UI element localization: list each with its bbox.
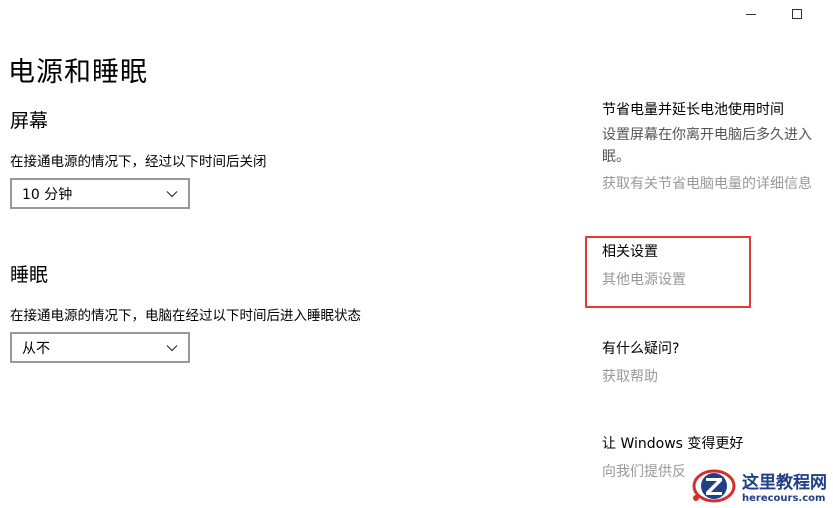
page-title: 电源和睡眠 bbox=[8, 57, 148, 88]
maximize-icon bbox=[792, 9, 802, 19]
maximize-button[interactable] bbox=[774, 0, 820, 28]
watermark-chinese-text: 这里教程网 bbox=[742, 473, 827, 493]
sleep-description: 在接通电源的情况下，电脑在经过以下时间后进入睡眠状态 bbox=[10, 308, 361, 324]
help-heading: 有什么疑问? bbox=[602, 341, 680, 357]
chevron-down-icon bbox=[166, 191, 178, 198]
chevron-down-icon bbox=[166, 345, 178, 352]
get-help-link[interactable]: 获取帮助 bbox=[602, 366, 658, 386]
minimize-button[interactable] bbox=[728, 0, 774, 28]
sleep-timeout-dropdown[interactable]: 从不 bbox=[10, 332, 190, 363]
highlight-box bbox=[585, 236, 751, 308]
feedback-link[interactable]: 向我们提供反 bbox=[602, 461, 686, 481]
feedback-heading: 让 Windows 变得更好 bbox=[602, 436, 744, 452]
tip-text-line1: 设置屏幕在你离开电脑后多久进入 bbox=[602, 127, 812, 143]
sleep-timeout-value: 从不 bbox=[22, 340, 50, 357]
tip-text-line2: 眠。 bbox=[602, 149, 630, 165]
watermark-logo-icon bbox=[692, 469, 736, 503]
minimize-icon bbox=[746, 13, 756, 15]
screen-timeout-value: 10 分钟 bbox=[22, 186, 73, 203]
watermark-url-text: herecours.com bbox=[742, 493, 826, 504]
sleep-section-title: 睡眠 bbox=[10, 264, 49, 286]
screen-timeout-dropdown[interactable]: 10 分钟 bbox=[10, 178, 190, 209]
screen-section-title: 屏幕 bbox=[10, 110, 49, 132]
tip-link[interactable]: 获取有关节省电脑电量的详细信息 bbox=[602, 173, 812, 193]
watermark: 这里教程网 herecours.com bbox=[688, 466, 827, 506]
tip-heading: 节省电量并延长电池使用时间 bbox=[602, 102, 784, 118]
screen-description: 在接通电源的情况下，经过以下时间后关闭 bbox=[10, 154, 267, 170]
